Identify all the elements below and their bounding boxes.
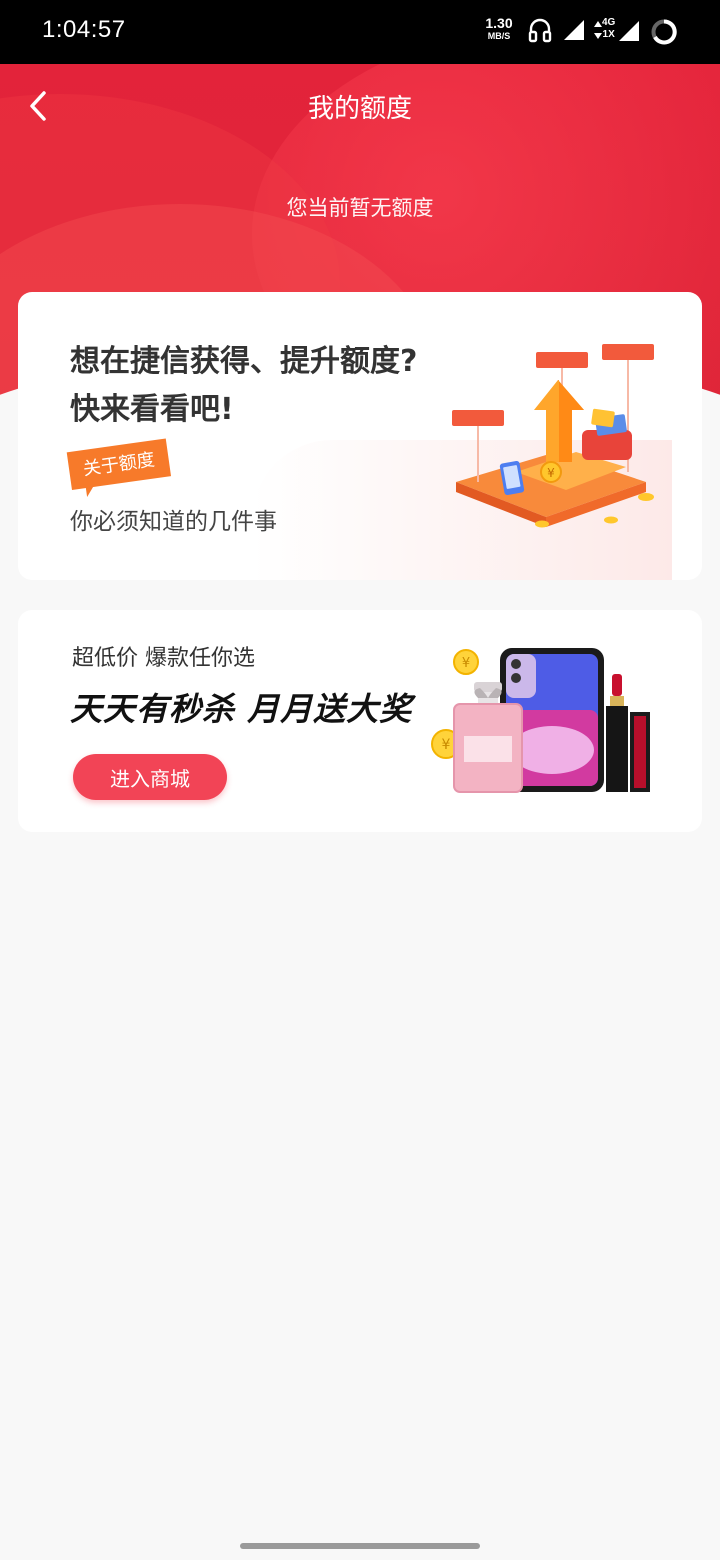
mall-card-title: 天天有秒杀 月月送大奖 [70,690,413,728]
network-speed: 1.30 MB/S [482,16,516,41]
network-type: 4G 1X [602,17,615,41]
network-type-bottom: 1X [602,29,615,40]
signal-4g-icon [619,21,639,41]
network-type-top: 4G [602,17,616,28]
home-indicator[interactable] [240,1543,480,1549]
quota-card-title-line1: 想在捷信获得、提升额度? [70,344,418,379]
mall-promo-card[interactable]: 超低价 爆款任你选 天天有秒杀 月月送大奖 进入商城 ¥ ¥ [18,610,702,832]
svg-text:¥: ¥ [462,656,470,671]
enter-mall-button[interactable]: 进入商城 [73,754,227,800]
quota-status-text: 您当前暂无额度 [286,196,434,220]
quota-info-card[interactable]: 想在捷信获得、提升额度? 快来看看吧! 关于额度 你必须知道的几件事 ¥ [18,292,702,580]
battery-ring-icon [651,19,677,45]
products-illustration: ¥ ¥ [431,648,650,793]
svg-text:¥: ¥ [547,466,555,480]
signal-icon [564,20,584,40]
svg-text:¥: ¥ [442,737,451,753]
mall-card-subtitle: 超低价 爆款任你选 [72,646,255,671]
about-quota-tag: 关于额度 [66,438,172,490]
status-bar: 1:04:57 1.30 MB/S 4G 1X [0,0,720,64]
quota-card-title: 想在捷信获得、提升额度? 快来看看吧! [70,338,417,434]
status-time: 1:04:57 [42,16,126,43]
headphones-icon [528,18,552,43]
network-speed-unit: MB/S [487,31,511,41]
quota-growth-illustration: ¥ [452,344,654,528]
network-speed-value: 1.30 [485,15,513,31]
quota-card-subtitle: 你必须知道的几件事 [70,509,277,535]
page-title: 我的额度 [307,94,412,124]
quota-card-title-line2: 快来看看吧! [70,392,234,427]
